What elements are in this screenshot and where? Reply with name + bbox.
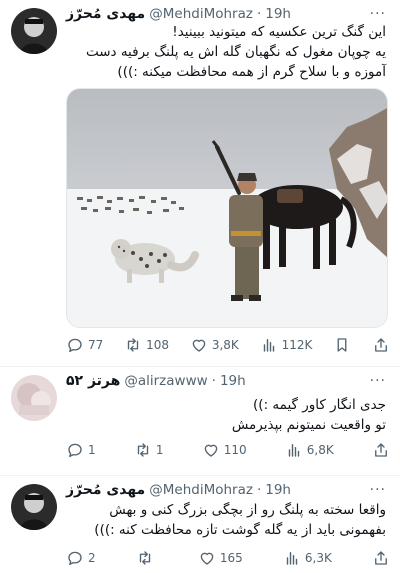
tweet[interactable]: ۵۲ هرتز @alirzawww · 19h ··· جدی انگار ک… [0,367,400,474]
like-icon [192,339,206,352]
tweet[interactable]: مهدی مُحرّز @MehdiMohraz · 19h ··· واقعا… [0,476,400,573]
view-count: 6,3K [304,551,332,565]
tweet-text-line: این گنگ ترین عکسیه که میتونید ببینید! [172,24,386,40]
tweet-actions: 77 108 3,8K 112K [66,334,390,356]
tweet-photo[interactable] [66,88,388,328]
avatar[interactable] [11,375,57,421]
user-handle[interactable]: @MehdiMohraz [149,482,253,498]
more-options-icon[interactable]: ··· [370,482,386,498]
tweet-text-line: یه چوپان مغول که نگهبان گله اش یه پلنگ ب… [85,44,386,60]
display-name[interactable]: ۵۲ هرتز [66,373,120,389]
separator-dot: · [211,373,216,389]
avatar[interactable] [11,484,57,530]
tweet-text-line: بفهمونی باید از یه گله گوشت تازه محافظت … [94,522,386,538]
views-icon [286,552,298,565]
separator-dot: · [256,6,262,22]
views-button[interactable]: 112K [260,336,313,354]
retweet-icon [137,443,149,457]
reply-icon [68,338,82,353]
more-options-icon[interactable]: ··· [370,6,386,22]
display-name[interactable]: مهدی مُحرّز [66,6,145,22]
tweet-actions: 1 1 110 6,8K [66,439,390,461]
like-count: 165 [219,551,243,565]
reply-icon [68,551,82,566]
share-button[interactable] [372,336,390,354]
share-icon [375,338,387,352]
avatar[interactable] [11,8,57,54]
retweet-icon [139,551,150,565]
reply-count: 2 [88,551,96,565]
timestamp[interactable]: 19h [265,482,291,498]
bookmark-button[interactable] [333,336,351,354]
views-icon [288,444,300,457]
views-button[interactable]: 6,3K [283,549,332,567]
reply-count: 77 [88,338,104,352]
tweet-text: واقعا سخته به پلنگ رو از بچگی بزرگ کنی و… [66,500,386,540]
tweet-actions: 2 165 6,3K [66,547,390,569]
share-icon [375,551,387,565]
display-name[interactable]: مهدی مُحرّز [66,482,145,498]
share-button[interactable] [372,441,390,459]
separator-dot: · [256,482,262,498]
views-icon [263,339,274,352]
tweet-text-line: جدی انگار کاور گیمه :)) [253,397,386,413]
tweet-text-line: تو واقعیت نمیتونم بپذیرمش [231,417,386,433]
like-count: 3,8K [211,338,239,352]
tweet-text-line: واقعا سخته به پلنگ رو از بچگی بزرگ کنی و… [109,502,386,518]
retweet-count: 1 [155,443,164,457]
like-button[interactable]: 165 [198,549,243,567]
like-button[interactable]: 110 [202,441,247,459]
reply-count: 1 [88,443,96,457]
user-handle[interactable]: @MehdiMohraz [149,6,253,22]
reply-button[interactable]: 1 [66,441,96,459]
reply-button[interactable]: 77 [66,336,103,354]
tweet-text: این گنگ ترین عکسیه که میتونید ببینید! یه… [66,22,386,82]
share-icon [375,443,387,457]
like-icon [204,444,217,457]
retweet-icon [127,338,139,352]
like-icon [200,552,214,565]
tweet-text: جدی انگار کاور گیمه :)) تو واقعیت نمیتون… [66,395,386,435]
reply-button[interactable]: 2 [66,549,96,567]
retweet-button[interactable]: 108 [124,336,169,354]
reply-icon [68,443,82,458]
tweet[interactable]: مهدی مُحرّز @MehdiMohraz · 19h ··· این گ… [0,0,400,365]
user-handle[interactable]: @alirzawww [124,373,207,389]
timestamp[interactable]: 19h [265,6,291,22]
like-button[interactable]: 3,8K [190,336,239,354]
like-count: 110 [223,443,247,457]
tweet-text-line: آموزه و با سلاح گرم از همه محافظت میکنه … [117,64,386,80]
view-count: 112K [281,338,313,352]
views-button[interactable]: 6,8K [285,441,334,459]
view-count: 6,8K [306,443,334,457]
timestamp[interactable]: 19h [220,373,246,389]
more-options-icon[interactable]: ··· [370,373,386,389]
bookmark-icon [337,338,347,352]
retweet-button[interactable] [136,549,158,567]
share-button[interactable] [372,549,390,567]
snow-leopard-shepherd-photo [67,89,387,327]
retweet-count: 108 [146,338,169,352]
retweet-button[interactable]: 1 [134,441,164,459]
